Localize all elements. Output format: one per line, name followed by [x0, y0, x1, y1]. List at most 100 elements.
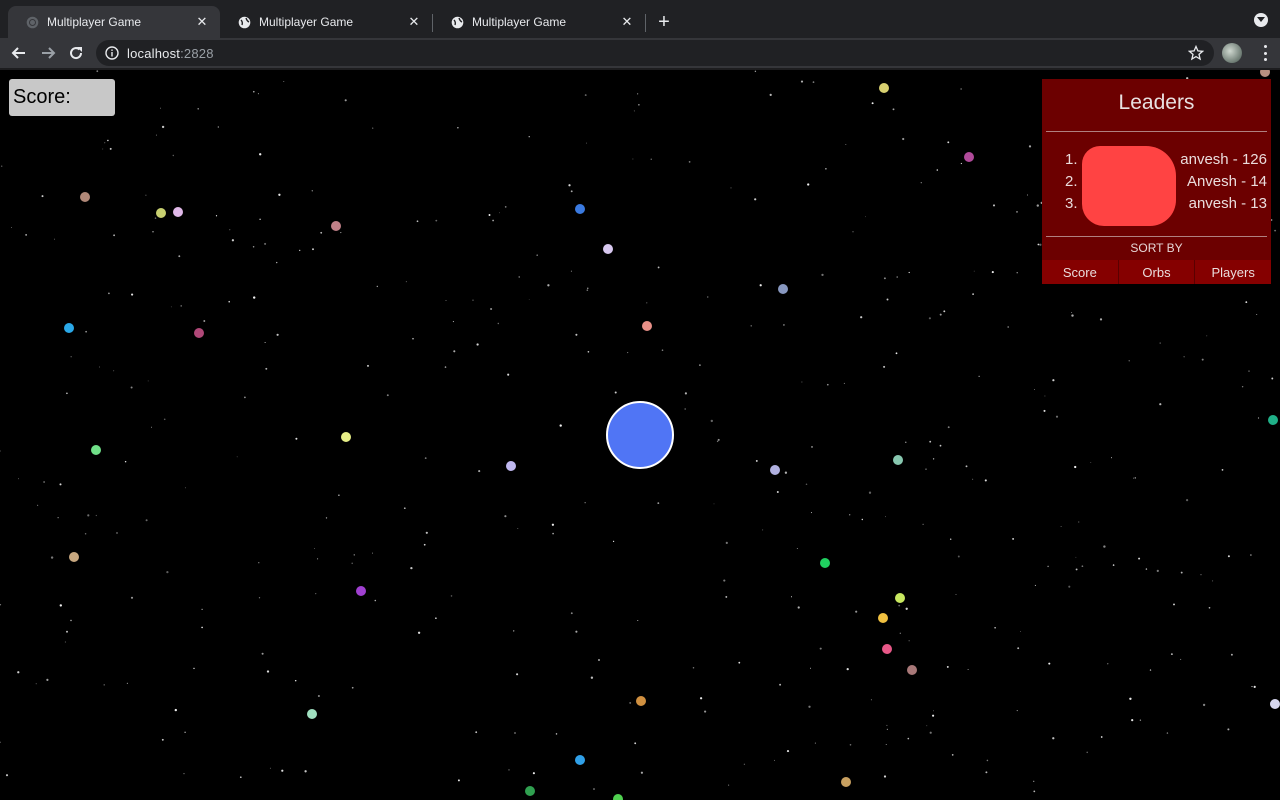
close-icon[interactable]: ✕: [194, 14, 210, 30]
star: [1250, 554, 1252, 556]
star: [821, 273, 824, 277]
food-orb: [964, 152, 974, 162]
plus-icon[interactable]: +: [652, 10, 676, 34]
star: [325, 517, 328, 519]
star: [351, 686, 354, 689]
chevron-down-icon[interactable]: [1254, 13, 1268, 27]
star: [492, 219, 494, 222]
star: [340, 232, 342, 234]
star: [25, 234, 27, 236]
star: [435, 219, 438, 222]
star: [281, 769, 284, 772]
star: [372, 127, 374, 129]
star: [217, 126, 219, 128]
star: [928, 317, 931, 320]
star: [265, 367, 268, 370]
star: [1090, 462, 1092, 463]
game-canvas[interactable]: Score: Leaders 1. anvesh - 126 2. Anvesh…: [0, 70, 1280, 800]
info-icon[interactable]: [105, 46, 119, 60]
leaderboard-name-score: anvesh - 126: [1180, 151, 1267, 168]
arrow-right-icon[interactable]: [36, 41, 60, 65]
star: [632, 158, 634, 160]
star: [797, 606, 800, 609]
tab-1[interactable]: Multiplayer Game ✕: [8, 6, 220, 38]
star: [1248, 370, 1250, 372]
star: [283, 81, 285, 82]
star: [0, 741, 1, 743]
star: [295, 437, 298, 440]
star: [1149, 669, 1152, 671]
star: [1133, 477, 1135, 479]
star: [710, 419, 713, 423]
star: [1200, 574, 1202, 576]
star: [490, 307, 493, 311]
leaderboard-rank: 1.: [1065, 151, 1078, 168]
food-orb: [307, 709, 317, 719]
sort-orbs-button[interactable]: Orbs: [1118, 260, 1196, 284]
star: [453, 350, 456, 353]
star: [908, 271, 910, 274]
star: [1052, 379, 1055, 382]
star: [885, 744, 887, 746]
avatar[interactable]: [1222, 43, 1242, 63]
star: [1245, 301, 1248, 304]
star: [1253, 685, 1256, 689]
food-orb: [778, 284, 788, 294]
star: [444, 366, 447, 368]
food-orb: [356, 586, 366, 596]
star: [1201, 358, 1204, 361]
food-orb: [613, 794, 623, 800]
kebab-menu-icon[interactable]: [1263, 45, 1267, 61]
star: [1052, 737, 1055, 740]
close-icon[interactable]: ✕: [619, 14, 635, 30]
star: [1075, 568, 1078, 571]
star: [870, 699, 872, 701]
arrow-left-icon[interactable]: [7, 41, 31, 65]
tab-3[interactable]: Multiplayer Game ✕: [433, 6, 645, 38]
star: [113, 234, 115, 237]
star: [985, 771, 988, 774]
star: [1202, 703, 1206, 707]
sort-players-button[interactable]: Players: [1195, 260, 1272, 284]
address-bar[interactable]: localhost:2828: [96, 40, 1214, 66]
star: [1241, 385, 1244, 388]
star: [276, 333, 279, 336]
star: [782, 323, 785, 326]
star: [116, 532, 118, 534]
sort-buttons: Score Orbs Players: [1042, 260, 1272, 284]
star: [532, 772, 535, 775]
star: [1183, 356, 1185, 358]
star: [508, 769, 510, 771]
star: [932, 458, 935, 460]
star: [855, 610, 858, 613]
star: [1134, 477, 1136, 479]
star: [499, 212, 501, 214]
star: [951, 754, 954, 756]
star: [1033, 780, 1035, 782]
star: [1107, 663, 1109, 665]
star: [590, 676, 594, 679]
star: [776, 491, 779, 493]
star: [0, 165, 3, 167]
star: [155, 134, 157, 136]
sort-score-button[interactable]: Score: [1042, 260, 1119, 284]
star: [317, 558, 319, 560]
star: [163, 418, 166, 421]
tab-2[interactable]: Multiplayer Game ✕: [220, 6, 432, 38]
food-orb: [879, 83, 889, 93]
star: [11, 227, 12, 228]
reload-icon[interactable]: [64, 41, 88, 65]
star: [1074, 465, 1077, 469]
food-orb: [882, 644, 892, 654]
star: [264, 341, 266, 344]
star: [587, 350, 590, 353]
close-icon[interactable]: ✕: [406, 14, 422, 30]
star: [170, 306, 172, 308]
url-host: localhost: [127, 45, 181, 61]
star: [759, 284, 762, 287]
star: [161, 738, 164, 741]
star: [657, 266, 660, 269]
star-icon[interactable]: [1187, 44, 1205, 61]
star: [174, 708, 177, 712]
star: [84, 533, 87, 535]
